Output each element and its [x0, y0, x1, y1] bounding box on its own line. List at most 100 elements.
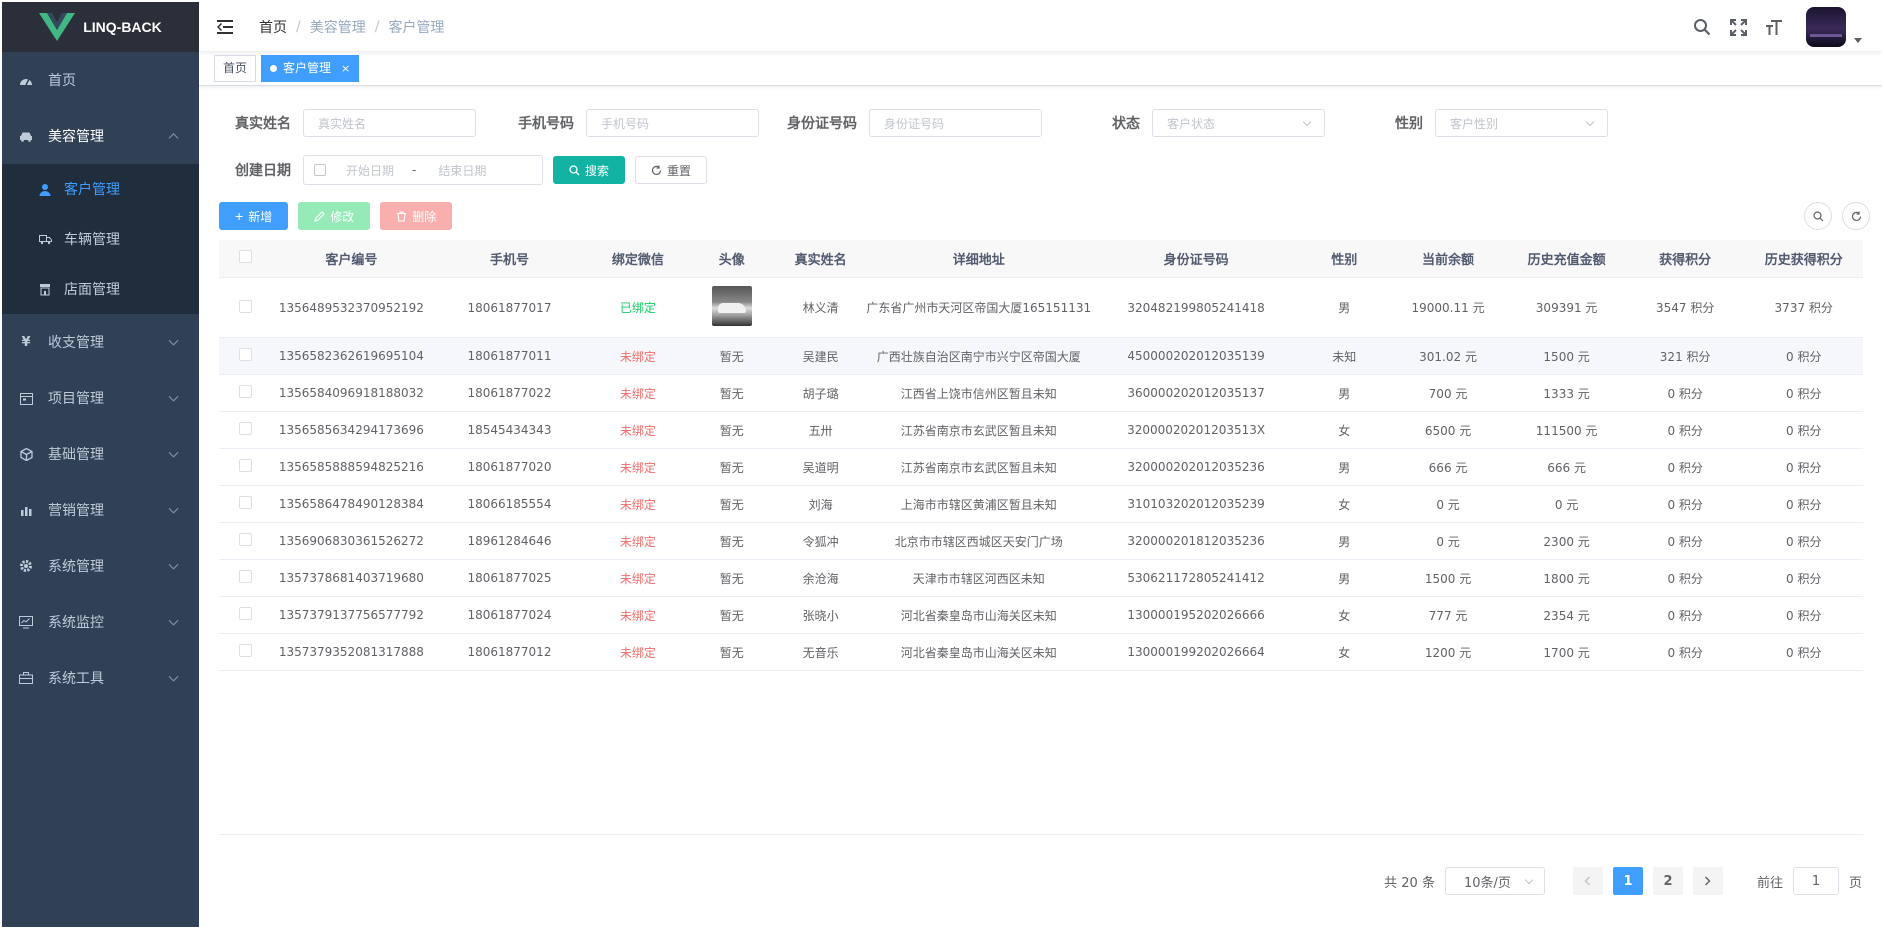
sidebar-item-basic[interactable]: 基础管理: [2, 426, 199, 482]
row-select[interactable]: [219, 644, 272, 660]
sidebar-item-home[interactable]: 首页: [2, 52, 199, 108]
checkbox[interactable]: [239, 422, 253, 435]
phone-input[interactable]: 手机号码: [586, 109, 759, 137]
page-2-button[interactable]: 2: [1652, 867, 1683, 895]
caret-down-icon[interactable]: [1854, 37, 1862, 43]
user-avatar[interactable]: [1806, 7, 1846, 47]
cell-wechat: 未绑定: [619, 608, 656, 623]
goto-page-input[interactable]: 1: [1792, 867, 1839, 895]
sidebar: LINQ-BACK 首页 美容管理 客户管理 车辆管理 店面管理 ¥ 收支管理 …: [2, 2, 199, 927]
created-date-range[interactable]: 开始日期 - 结束日期: [303, 155, 543, 185]
cell-wechat: 未绑定: [619, 645, 656, 660]
status-select[interactable]: 客户状态: [1152, 109, 1325, 137]
row-select[interactable]: [219, 348, 272, 364]
goto-prefix: 前往: [1756, 875, 1783, 891]
table-row[interactable]: 1356582362619695104 18061877011 未绑定 暂无 吴…: [219, 338, 1863, 375]
sidebar-item-beauty[interactable]: 美容管理: [2, 108, 199, 164]
checkbox[interactable]: [239, 250, 253, 263]
column-header: 身份证号码: [1163, 253, 1229, 268]
row-select[interactable]: [219, 299, 272, 316]
close-icon[interactable]: ×: [341, 56, 350, 81]
table-row[interactable]: 1356489532370952192 18061877017 已绑定 林义清 …: [219, 278, 1863, 338]
toggle-search-button[interactable]: [1804, 202, 1832, 230]
checkbox[interactable]: [239, 607, 253, 620]
customer-table: 客户编号 手机号 绑定微信 头像 真实姓名 详细地址 身份证号码 性别 当前余额…: [219, 240, 1863, 671]
checkbox[interactable]: [239, 570, 253, 583]
refresh-table-button[interactable]: [1842, 202, 1870, 230]
hamburger-icon[interactable]: [217, 19, 235, 35]
table-row[interactable]: 1357378681403719680 18061877025 未绑定 暂无 余…: [219, 560, 1863, 597]
add-button[interactable]: + 新增: [219, 202, 289, 230]
font-size-icon[interactable]: [1764, 17, 1784, 37]
sidebar-item-vehicles[interactable]: 车辆管理: [2, 214, 199, 264]
sidebar-item-tools[interactable]: 系统工具: [2, 650, 199, 706]
row-select[interactable]: [219, 533, 272, 549]
checkbox[interactable]: [239, 459, 253, 472]
dashboard-icon: [18, 72, 34, 88]
search-icon[interactable]: [1692, 17, 1712, 37]
row-select[interactable]: [219, 385, 272, 401]
real-name-input[interactable]: 真实姓名: [303, 109, 476, 137]
real-name-placeholder: 真实姓名: [318, 116, 367, 131]
checkbox[interactable]: [239, 299, 253, 313]
table-row[interactable]: 1356585634294173696 18545434343 未绑定 暂无 五…: [219, 412, 1863, 449]
row-select[interactable]: [219, 607, 272, 623]
page-1-button[interactable]: 1: [1612, 867, 1643, 895]
sidebar-item-system[interactable]: 系统管理: [2, 538, 199, 594]
checkbox[interactable]: [239, 644, 253, 657]
sidebar-item-stores[interactable]: 店面管理: [2, 264, 199, 314]
cell-phone: 18061877024: [467, 608, 552, 622]
chevron-down-icon: [168, 335, 179, 346]
app-frame: LINQ-BACK 首页 美容管理 客户管理 车辆管理 店面管理 ¥ 收支管理 …: [2, 2, 1882, 927]
column-header: 客户编号: [325, 253, 378, 268]
cell-avatar[interactable]: [687, 286, 776, 329]
cell-balance: 777 元: [1428, 608, 1468, 623]
logo[interactable]: LINQ-BACK: [2, 2, 199, 52]
reset-button[interactable]: 重置: [635, 156, 708, 184]
header-select-all[interactable]: [219, 250, 272, 267]
sidebar-item-projects[interactable]: 项目管理: [2, 370, 199, 426]
checkbox[interactable]: [239, 385, 253, 398]
page-size-select[interactable]: 10条/页: [1444, 867, 1545, 895]
chevron-down-icon: [168, 447, 179, 458]
tag-home[interactable]: 首页: [214, 55, 257, 82]
sidebar-item-monitor[interactable]: 系统监控: [2, 594, 199, 650]
gender-label: 性别: [1395, 116, 1423, 132]
row-select[interactable]: [219, 496, 272, 512]
row-select[interactable]: [219, 570, 272, 586]
checkbox[interactable]: [239, 496, 253, 509]
table-row[interactable]: 1357379137756577792 18061877024 未绑定 暂无 张…: [219, 597, 1863, 634]
cell-idcard: 530621172805241412: [1127, 571, 1265, 585]
prev-page-button[interactable]: [1572, 867, 1603, 895]
breadcrumb-home[interactable]: 首页: [259, 17, 287, 37]
id-card-input[interactable]: 身份证号码: [869, 109, 1042, 137]
gender-select[interactable]: 客户性别: [1435, 109, 1608, 137]
table-row[interactable]: 1356584096918188032 18061877022 未绑定 暂无 胡…: [219, 375, 1863, 412]
cell-id: 1356585634294173696: [278, 423, 424, 437]
trash-icon: [397, 210, 407, 222]
row-select[interactable]: [219, 459, 272, 475]
search-button[interactable]: 搜索: [553, 156, 626, 184]
table-row[interactable]: 1356586478490128384 18066185554 未绑定 暂无 刘…: [219, 486, 1863, 523]
next-page-button[interactable]: [1692, 867, 1723, 895]
cell-idcard: 320482199805241418: [1127, 300, 1265, 315]
sidebar-item-label: 店面管理: [64, 282, 120, 298]
cell-wechat: 未绑定: [619, 460, 656, 475]
checkbox[interactable]: [239, 348, 253, 361]
sidebar-item-finance[interactable]: ¥ 收支管理: [2, 314, 199, 370]
delete-button[interactable]: 删除: [380, 202, 453, 230]
cell-address: 天津市市辖区河西区未知: [912, 571, 1045, 586]
table-row[interactable]: 1356906830361526272 18961284646 未绑定 暂无 令…: [219, 523, 1863, 560]
sidebar-item-marketing[interactable]: 营销管理: [2, 482, 199, 538]
table-row[interactable]: 1356585888594825216 18061877020 未绑定 暂无 吴…: [219, 449, 1863, 486]
checkbox[interactable]: [239, 533, 253, 546]
edit-button[interactable]: 修改: [298, 202, 371, 230]
row-select[interactable]: [219, 422, 272, 438]
sidebar-item-customers[interactable]: 客户管理: [2, 164, 199, 214]
table-row[interactable]: 1357379352081317888 18061877012 未绑定 暂无 无…: [219, 634, 1863, 671]
cell-gender: 男: [1338, 386, 1351, 401]
fullscreen-icon[interactable]: [1728, 17, 1748, 37]
tag-customers[interactable]: 客户管理 ×: [261, 55, 360, 82]
car-photo[interactable]: [711, 286, 752, 326]
chevron-down-icon: [168, 503, 179, 514]
